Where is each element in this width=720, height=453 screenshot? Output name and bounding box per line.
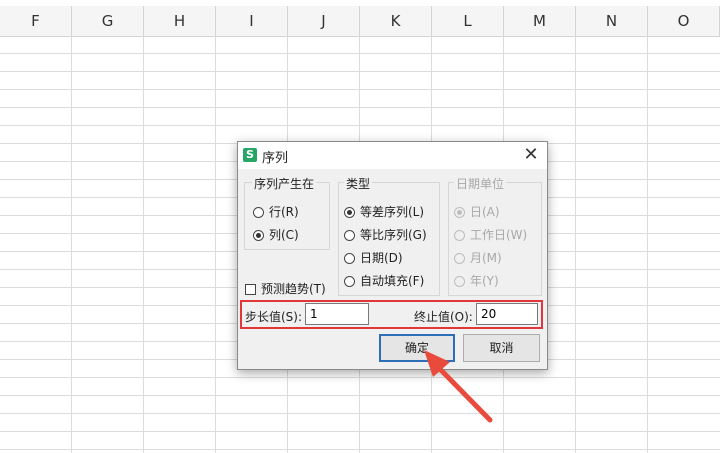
annotation-arrow-icon [424, 350, 493, 423]
